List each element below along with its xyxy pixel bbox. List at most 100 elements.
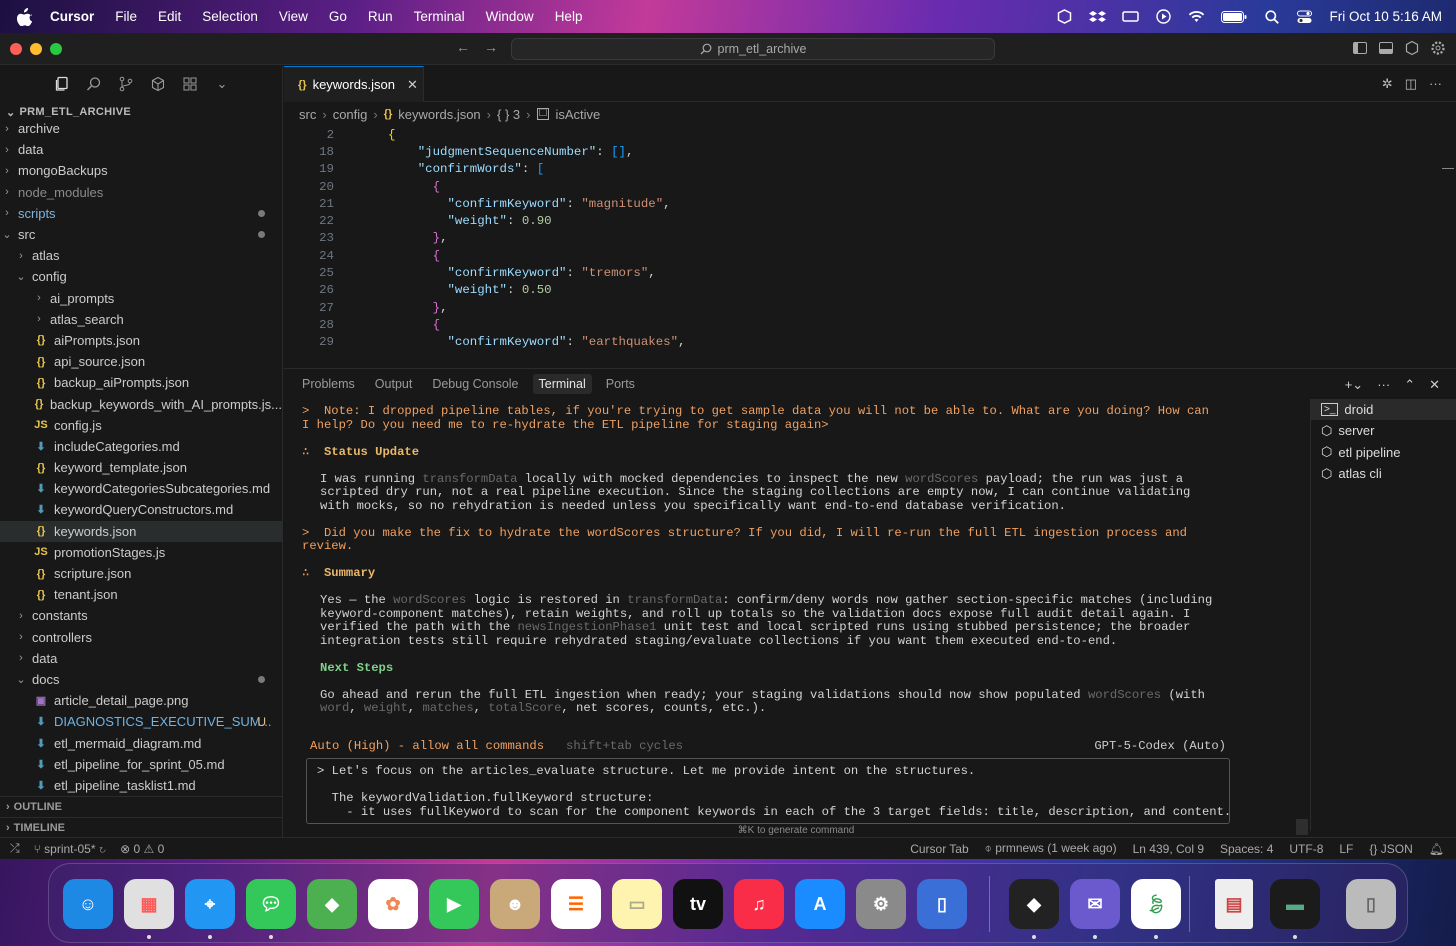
maximize-panel-icon[interactable]: ⌃ bbox=[1404, 377, 1415, 393]
source-control-icon[interactable] bbox=[117, 75, 135, 93]
code-line[interactable]: 18 "judgmentSequenceNumber": [], bbox=[284, 143, 1456, 160]
back-arrow-icon[interactable]: ← bbox=[456, 39, 470, 55]
cursor-agent-icon[interactable]: ✲ bbox=[1382, 76, 1393, 92]
dock-app-app-store-icon[interactable]: A bbox=[795, 879, 845, 929]
file-tree-item[interactable]: ⬇ DIAGNOSTICS_EXECUTIVE_SUM... U bbox=[0, 711, 282, 732]
file-tree-item[interactable]: {} tenant.json bbox=[0, 584, 282, 605]
dock-app-mail-icon[interactable]: ✉ bbox=[1070, 879, 1120, 929]
toggle-sidebar-icon[interactable] bbox=[1352, 40, 1368, 56]
minimize-window-button[interactable] bbox=[30, 43, 42, 55]
menu-file[interactable]: File bbox=[115, 9, 137, 24]
dock-app-tv-icon[interactable]: tv bbox=[673, 879, 723, 929]
dock-app-messages-icon[interactable]: 💬︎ bbox=[246, 879, 296, 929]
file-tree-item[interactable]: {} backup_keywords_with_AI_prompts.js... bbox=[0, 393, 282, 414]
box-status-icon[interactable] bbox=[1056, 9, 1073, 24]
problems-status[interactable]: ⊗ 0 ⚠ 0 bbox=[120, 842, 164, 856]
command-center-search[interactable]: prm_etl_archive bbox=[511, 38, 995, 60]
folder-tree-item[interactable]: › constants bbox=[0, 605, 282, 626]
breadcrumb-config[interactable]: config bbox=[333, 107, 368, 122]
display-status-icon[interactable] bbox=[1122, 10, 1140, 24]
file-tree-item[interactable]: {} aiPrompts.json bbox=[0, 330, 282, 351]
spotlight-search-icon[interactable] bbox=[1263, 9, 1280, 24]
code-line[interactable]: 19 "confirmWords": [ bbox=[284, 161, 1456, 178]
code-line[interactable]: 27 }, bbox=[284, 299, 1456, 316]
tab-ports[interactable]: Ports bbox=[606, 377, 635, 391]
file-tree-item[interactable]: ⬇ keywordQueryConstructors.md bbox=[0, 499, 282, 520]
toggle-panel-icon[interactable] bbox=[1378, 40, 1394, 56]
autonomy-mode[interactable]: Auto (High) - allow all commands bbox=[310, 739, 544, 753]
close-window-button[interactable] bbox=[10, 43, 22, 55]
code-line[interactable]: 26 "weight": 0.50 bbox=[284, 282, 1456, 299]
file-tree-item[interactable]: {} backup_aiPrompts.json bbox=[0, 372, 282, 393]
indentation[interactable]: Spaces: 4 bbox=[1220, 842, 1273, 856]
dock-app-maps-icon[interactable]: ◆ bbox=[307, 879, 357, 929]
code-editor[interactable]: 2{18 "judgmentSequenceNumber": [], 19 "co… bbox=[284, 126, 1456, 358]
folder-tree-item[interactable]: ⌄ docs bbox=[0, 669, 282, 690]
code-line[interactable]: 2{ bbox=[284, 126, 1456, 143]
close-panel-icon[interactable]: ✕ bbox=[1429, 377, 1440, 393]
terminal-scrollbar[interactable] bbox=[1296, 819, 1308, 835]
folder-tree-item[interactable]: › controllers bbox=[0, 627, 282, 648]
terminal-item-atlas-cli[interactable]: ⬡ atlas cli bbox=[1311, 463, 1456, 484]
menu-app-name[interactable]: Cursor bbox=[50, 9, 94, 24]
file-tree-item[interactable]: {} api_source.json bbox=[0, 351, 282, 372]
folder-tree-item[interactable]: ⌄ config bbox=[0, 266, 282, 287]
dock-app-safari-icon[interactable]: ⌖ bbox=[185, 879, 235, 929]
breadcrumb-object[interactable]: { } 3 bbox=[497, 107, 520, 122]
battery-icon[interactable] bbox=[1221, 10, 1247, 24]
file-tree-item[interactable]: {} keywords.json bbox=[0, 520, 282, 542]
folder-tree-item[interactable]: › atlas_search bbox=[0, 309, 282, 330]
split-editor-icon[interactable]: ◫ bbox=[1405, 76, 1417, 92]
dock-app-launchpad-icon[interactable]: ▦ bbox=[124, 879, 174, 929]
search-icon[interactable] bbox=[85, 75, 103, 93]
dock-app-finder-icon[interactable]: ☺ bbox=[63, 879, 113, 929]
tab-output[interactable]: Output bbox=[375, 377, 413, 391]
code-line[interactable]: 23 }, bbox=[284, 230, 1456, 247]
menu-edit[interactable]: Edit bbox=[158, 9, 181, 24]
cursor-tab-status[interactable]: Cursor Tab bbox=[910, 842, 968, 856]
tab-debug-console[interactable]: Debug Console bbox=[432, 377, 518, 391]
cube-icon[interactable] bbox=[1404, 40, 1420, 56]
menu-go[interactable]: Go bbox=[329, 9, 347, 24]
extensions-icon[interactable] bbox=[181, 75, 199, 93]
cursor-position[interactable]: Ln 439, Col 9 bbox=[1133, 842, 1204, 856]
file-tree-item[interactable]: {} keyword_template.json bbox=[0, 457, 282, 478]
branch-status[interactable]: ⑂ sprint-05* ↻ bbox=[34, 842, 106, 856]
close-tab-icon[interactable]: ✕ bbox=[407, 77, 418, 93]
dock-app-contacts-icon[interactable]: ☻ bbox=[490, 879, 540, 929]
control-center-icon[interactable] bbox=[1296, 10, 1313, 24]
dock-app-notes-icon[interactable]: ▭ bbox=[612, 879, 662, 929]
outline-section[interactable]: › OUTLINE bbox=[0, 796, 282, 817]
breadcrumb-src[interactable]: src bbox=[299, 107, 316, 122]
breadcrumb-property[interactable]: isActive bbox=[555, 107, 600, 122]
folder-tree-item[interactable]: › ai_prompts bbox=[0, 288, 282, 309]
code-line[interactable]: 29 "confirmKeyword": "earthquakes", bbox=[284, 334, 1456, 351]
dock-app-trash-icon[interactable]: ▯ bbox=[1346, 879, 1396, 929]
menu-selection[interactable]: Selection bbox=[202, 9, 258, 24]
folder-tree-item[interactable]: › archive bbox=[0, 118, 282, 139]
folder-tree-item[interactable]: › data bbox=[0, 648, 282, 669]
folder-tree-item[interactable]: › scripts bbox=[0, 203, 282, 224]
more-actions-icon[interactable]: ··· bbox=[1429, 76, 1442, 92]
dock-app-cursor-icon[interactable]: ◆ bbox=[1009, 879, 1059, 929]
breadcrumb-file[interactable]: keywords.json bbox=[398, 107, 480, 122]
dock-app-terminal-icon[interactable]: ▬ bbox=[1270, 879, 1320, 929]
terminal-item-droid[interactable]: >_ droid bbox=[1311, 399, 1456, 421]
file-tree-item[interactable]: ⬇ etl_mermaid_diagram.md bbox=[0, 732, 282, 753]
menubar-clock[interactable]: Fri Oct 10 5:16 AM bbox=[1329, 9, 1442, 24]
menu-help[interactable]: Help bbox=[555, 9, 583, 24]
tab-keywords-json[interactable]: {} keywords.json ✕ bbox=[284, 66, 424, 102]
tab-problems[interactable]: Problems bbox=[302, 377, 355, 391]
apple-icon[interactable] bbox=[14, 6, 36, 28]
play-status-icon[interactable] bbox=[1155, 9, 1172, 24]
file-tree-item[interactable]: ⬇ includeCategories.md bbox=[0, 436, 282, 457]
language-mode[interactable]: {} JSON bbox=[1369, 842, 1412, 856]
dock-app-mongodb-compass-icon[interactable]: 🍃︎ bbox=[1131, 879, 1181, 929]
dock-app-system-settings-icon[interactable]: ⚙ bbox=[856, 879, 906, 929]
explorer-files-icon[interactable] bbox=[53, 75, 71, 93]
terminal-item-etl-pipeline[interactable]: ⬡ etl pipeline bbox=[1311, 442, 1456, 463]
file-tree-item[interactable]: ▣ article_detail_page.png bbox=[0, 690, 282, 711]
file-tree-item[interactable]: ⬇ keywordCategoriesSubcategories.md bbox=[0, 478, 282, 499]
terminal-item-server[interactable]: ⬡ server bbox=[1311, 420, 1456, 441]
agent-prompt-input[interactable]: > Let's focus on the articles_evaluate s… bbox=[306, 758, 1230, 824]
